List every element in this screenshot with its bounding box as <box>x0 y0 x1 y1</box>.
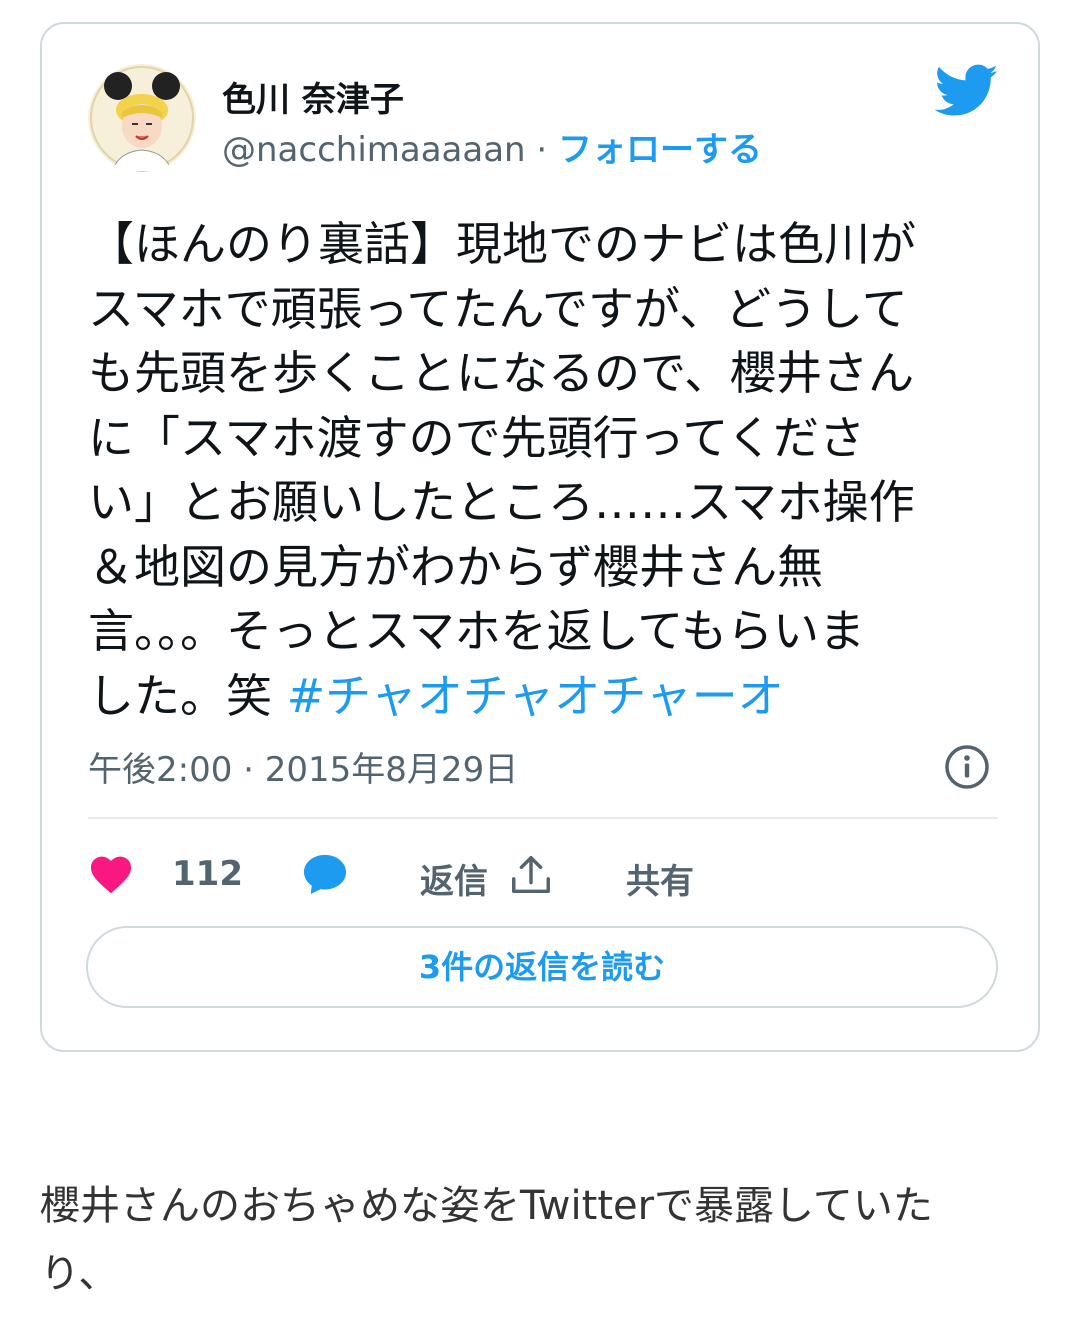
share-label: 共有 <box>626 862 694 902</box>
tweet-text-line: い」とお願いしたところ……スマホ操作 <box>88 475 915 529</box>
tweet-text-line: スマホで頑張ってたんですが、どうして <box>88 281 908 336</box>
article-text-line: 櫻井さんのおちゃめな姿をTwitterで暴露していた <box>40 1183 933 1229</box>
display-name[interactable]: 色川 奈津子 <box>222 72 404 121</box>
tweet-text-line: した。笑 #チャオチャオチャーオ <box>88 664 988 729</box>
heart-icon <box>90 856 132 894</box>
reply-button[interactable]: 返信 <box>302 846 492 902</box>
tweet-text-last: した。笑 <box>88 668 287 723</box>
tweet-text: 【ほんのり裏話】現地でのナビは色川が スマホで頑張ってたんですが、どうして も先頭を… <box>88 212 988 728</box>
article-text-line: り、 <box>40 1251 119 1297</box>
tweet-timestamp[interactable]: 午後2:00 · 2015年8月29日 <box>88 742 518 791</box>
twitter-bird-icon[interactable] <box>935 64 999 118</box>
tweet-text-line: も先頭を歩くことになるので、櫻井さん <box>88 346 915 400</box>
user-handle[interactable]: @nacchimaaaaan <box>222 130 526 170</box>
tweet-text-line: ＆地図の見方がわからず櫻井さん無 <box>88 539 824 594</box>
read-replies-button[interactable]: 3件の返信を読む <box>86 926 998 1008</box>
avatar[interactable] <box>88 64 196 172</box>
tweet-text-line: 言。。。そっとスマホを返してもらいま <box>88 604 865 658</box>
handle-row: @nacchimaaaaan · フォローする <box>222 122 762 171</box>
tweet-text-line: に「スマホ渡すので先頭行ってくださ <box>88 410 865 465</box>
follow-button[interactable]: フォローする <box>558 130 762 170</box>
tweet-actions: 112 返信 共有 <box>88 846 998 902</box>
tweet-text-line: 【ほんのり裏話】現地でのナビは色川が <box>88 217 916 271</box>
info-icon[interactable] <box>944 744 990 790</box>
hashtag-link[interactable]: #チャオチャオチャーオ <box>287 669 784 723</box>
speech-bubble-icon <box>303 854 347 895</box>
article-paragraph: 櫻井さんのおちゃめな姿をTwitterで暴露していた り、 <box>40 1172 1000 1308</box>
embedded-tweet-card[interactable]: 色川 奈津子 @nacchimaaaaan · フォローする 【ほんのり裏話】現… <box>40 22 1040 1052</box>
divider <box>88 817 998 819</box>
separator-dot: · <box>536 130 548 170</box>
like-button[interactable]: 112 <box>88 846 278 902</box>
like-count: 112 <box>172 854 243 894</box>
page: 色川 奈津子 @nacchimaaaaan · フォローする 【ほんのり裏話】現… <box>0 0 1080 1341</box>
share-upload-icon <box>512 856 550 894</box>
share-button[interactable]: 共有 <box>508 846 708 902</box>
reply-label: 返信 <box>420 862 488 902</box>
